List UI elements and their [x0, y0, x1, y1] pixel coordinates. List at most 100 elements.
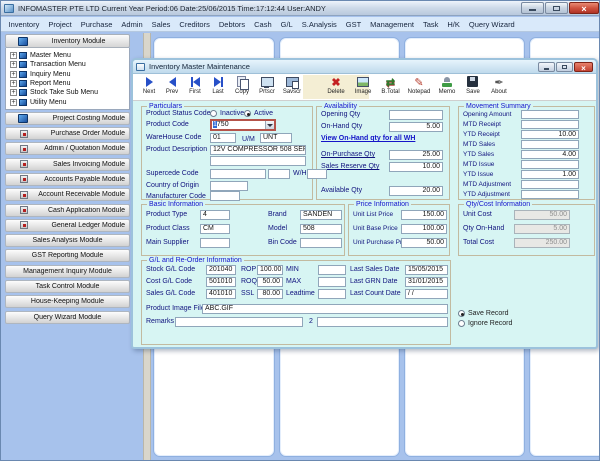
manufacturer-field[interactable] [210, 191, 240, 201]
menu-task[interactable]: Task [418, 20, 442, 29]
form-minimize-button[interactable] [538, 62, 555, 72]
sidebar-item-query-wizard[interactable]: Query Wizard Module [5, 311, 130, 324]
form-maximize-button[interactable] [556, 62, 573, 72]
sidebar-item-general-ledger[interactable]: General Ledger Module [5, 219, 130, 232]
sales-reserve-qty-field[interactable]: 10.00 [389, 162, 443, 172]
expand-icon[interactable] [10, 71, 17, 78]
expand-icon[interactable] [10, 80, 17, 87]
movement-field[interactable]: 10.00 [521, 130, 579, 139]
menu-gl[interactable]: G/L [276, 20, 297, 29]
sidebar-item-purchase-order[interactable]: Purchase Order Module [5, 127, 130, 140]
sidebar-item-gst-reporting[interactable]: GST Reporting Module [5, 249, 130, 262]
about-button[interactable]: About [486, 75, 512, 100]
sales-reserve-qty-label[interactable]: Sales Reserve Qty [321, 162, 379, 172]
available-qty-field[interactable]: 20.00 [389, 186, 443, 196]
sidebar-item-house-keeping[interactable]: House-Keeping Module [5, 295, 130, 308]
movement-field[interactable]: 1.00 [521, 170, 579, 179]
close-button[interactable] [569, 2, 599, 14]
menu-project[interactable]: Project [44, 20, 76, 29]
onhand-qty-field[interactable]: 5.00 [389, 122, 443, 132]
ssl-field[interactable]: 80.00 [257, 289, 283, 299]
movement-field[interactable] [521, 180, 579, 189]
expand-icon[interactable] [10, 61, 17, 68]
first-button[interactable]: First [184, 75, 206, 100]
onpurchase-qty-label[interactable]: On-Purchase Qty [321, 150, 375, 160]
sidebar-item-sales-invoicing[interactable]: Sales Invoicing Module [5, 158, 130, 171]
supercede-field-2[interactable] [268, 169, 290, 179]
sidebar-item-admin-quotation[interactable]: Admin / Quotation Module [5, 142, 130, 155]
expand-icon[interactable] [10, 99, 17, 106]
last-sales-date-field[interactable]: 15/05/2015 [405, 265, 448, 275]
onpurchase-qty-field[interactable]: 25.00 [389, 150, 443, 160]
warehouse-field[interactable]: 01 [210, 133, 236, 143]
inactive-radio[interactable]: Inactive [210, 110, 244, 117]
description-field-2[interactable] [210, 156, 306, 166]
maximize-button[interactable] [545, 2, 568, 14]
tree-item-transaction-menu[interactable]: Transaction Menu [10, 60, 129, 69]
unit-purchase-price-field[interactable]: 50.00 [401, 238, 447, 248]
sidebar-item-cash-application[interactable]: Cash Application Module [5, 204, 130, 217]
wh-field[interactable] [307, 169, 327, 179]
dropdown-button[interactable] [265, 121, 274, 129]
form-close-button[interactable] [574, 62, 593, 72]
minimize-button[interactable] [521, 2, 544, 14]
menu-creditors[interactable]: Creditors [175, 20, 214, 29]
view-onhand-link[interactable]: View On-Hand qty for all WH [321, 134, 415, 144]
prtscr-button[interactable]: Prtscr [255, 75, 279, 100]
next-button[interactable]: Next [138, 75, 160, 100]
stock-gl-field[interactable]: 201040 [206, 265, 236, 275]
menu-debtors[interactable]: Debtors [214, 20, 249, 29]
save-record-radio[interactable]: Save Record [458, 310, 508, 317]
menu-admin[interactable]: Admin [117, 20, 147, 29]
movement-field[interactable] [521, 110, 579, 119]
ignore-record-radio[interactable]: Ignore Record [458, 320, 512, 327]
last-button[interactable]: Last [207, 75, 229, 100]
menu-inventory[interactable]: Inventory [4, 20, 44, 29]
prev-button[interactable]: Prev [161, 75, 183, 100]
rop-field[interactable]: 100.00 [257, 265, 283, 275]
unit-base-price-field[interactable]: 100.00 [401, 224, 447, 234]
savscr-button[interactable]: Savscr [280, 75, 304, 100]
notepad-button[interactable]: Notepad [405, 75, 433, 100]
active-radio[interactable]: Active [244, 110, 273, 117]
product-type-field[interactable]: 4 [200, 210, 230, 220]
opening-qty-field[interactable] [389, 110, 443, 120]
description-field[interactable]: 12V COMPRESSOR 508 SERIES [210, 145, 306, 155]
main-supplier-field[interactable] [200, 238, 230, 248]
last-count-date-field[interactable]: / / [405, 289, 448, 299]
expand-icon[interactable] [10, 52, 17, 59]
image-button[interactable]: Image [350, 75, 376, 100]
sidebar-item-task-control[interactable]: Task Control Module [5, 280, 130, 293]
sidebar-item-sales-analysis[interactable]: Sales Analysis Module [5, 234, 130, 247]
brand-field[interactable]: SANDEN [300, 210, 342, 220]
product-image-file-field[interactable]: ABC.GIF [202, 304, 448, 314]
memo-button[interactable]: Memo [434, 75, 460, 100]
movement-field[interactable] [521, 190, 579, 199]
sidebar-header-inventory-module[interactable]: Inventory Module [5, 34, 130, 48]
bin-code-field[interactable] [300, 238, 342, 248]
sales-gl-field[interactable]: 401010 [206, 289, 236, 299]
remarks1-field[interactable] [175, 317, 303, 327]
min-field[interactable] [318, 265, 346, 275]
tree-item-stock-take-sub-menu[interactable]: Stock Take Sub Menu [10, 88, 129, 97]
sidebar-item-accounts-payable[interactable]: Accounts Payable Module [5, 173, 130, 186]
cost-gl-field[interactable]: 501010 [206, 277, 236, 287]
sidebar-item-account-receivable[interactable]: Account Receivable Module [5, 188, 130, 201]
sidebar-item-project-costing[interactable]: Project Costing Module [5, 112, 130, 125]
model-field[interactable]: 508 [300, 224, 342, 234]
product-class-field[interactable]: CM [200, 224, 230, 234]
menu-gst[interactable]: GST [341, 20, 365, 29]
menu-sales[interactable]: Sales [147, 20, 175, 29]
tree-item-utility-menu[interactable]: Utility Menu [10, 97, 129, 106]
origin-field[interactable] [210, 181, 248, 191]
copy-button[interactable]: Copy [230, 75, 254, 100]
supercede-field[interactable] [210, 169, 266, 179]
menu-hk[interactable]: H/K [443, 20, 465, 29]
tree-item-master-menu[interactable]: Master Menu [10, 51, 129, 60]
roq-field[interactable]: 50.00 [257, 277, 283, 287]
sidebar-item-management-inquiry[interactable]: Management Inquiry Module [5, 265, 130, 278]
movement-field[interactable] [521, 140, 579, 149]
product-code-combo[interactable]: 1750 [210, 119, 276, 131]
expand-icon[interactable] [10, 89, 17, 96]
menu-sanalysis[interactable]: S.Analysis [297, 20, 341, 29]
